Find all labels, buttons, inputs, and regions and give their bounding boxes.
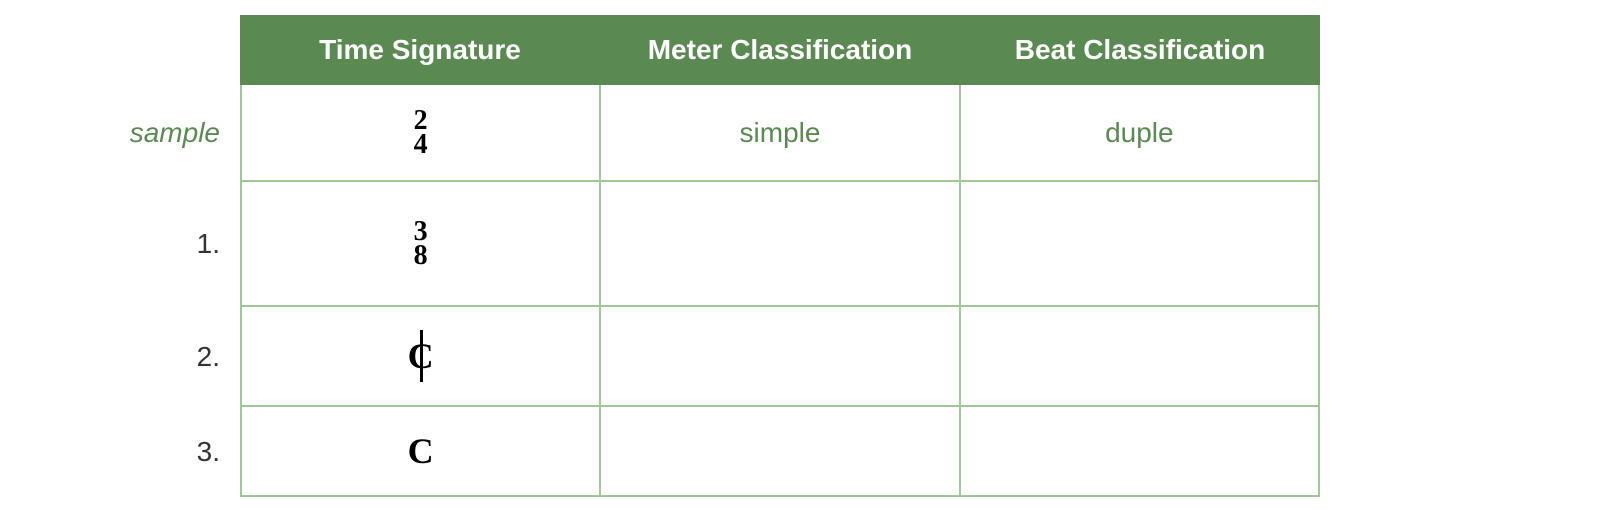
- table-row-1: 1. 3 8: [240, 182, 1320, 307]
- header-beat-classification: Beat Classification: [960, 34, 1320, 66]
- table-row: 2 4 simple duple: [240, 85, 1320, 182]
- cell-time-signature-2: C: [240, 307, 601, 405]
- cut-time-symbol: C: [408, 335, 434, 377]
- time-signature-fraction: 2 4: [414, 109, 428, 157]
- time-sig-denominator: 4: [414, 133, 428, 157]
- table-row: C: [240, 407, 1320, 497]
- table-row: C: [240, 307, 1320, 407]
- cell-meter-sample: simple: [601, 85, 960, 180]
- cell-beat-2: [961, 307, 1320, 405]
- cell-beat-3: [961, 407, 1320, 495]
- cell-meter-2: [601, 307, 960, 405]
- row-label-sample: sample: [130, 117, 220, 149]
- cell-time-signature-3: C: [240, 407, 601, 495]
- time-signature-table: Time Signature Meter Classification Beat…: [240, 15, 1320, 497]
- common-time-symbol: C: [408, 430, 434, 472]
- cell-meter-1: [601, 182, 960, 305]
- time-sig-denominator: 8: [414, 244, 428, 268]
- cell-meter-3: [601, 407, 960, 495]
- table-row-sample: sample 2 4 simple duple: [240, 85, 1320, 182]
- cell-time-signature-1: 3 8: [240, 182, 601, 305]
- cell-beat-sample: duple: [961, 85, 1320, 180]
- table-row-2: 2. C: [240, 307, 1320, 407]
- table-header-row: Time Signature Meter Classification Beat…: [240, 15, 1320, 85]
- cell-time-signature-sample: 2 4: [240, 85, 601, 180]
- header-meter-classification: Meter Classification: [600, 34, 960, 66]
- row-label-2: 2.: [197, 341, 220, 373]
- time-signature-fraction: 3 8: [414, 220, 428, 268]
- cell-beat-1: [961, 182, 1320, 305]
- row-label-1: 1.: [197, 228, 220, 260]
- row-label-3: 3.: [197, 436, 220, 468]
- table-row: 3 8: [240, 182, 1320, 307]
- table-row-3: 3. C: [240, 407, 1320, 497]
- header-time-signature: Time Signature: [240, 34, 600, 66]
